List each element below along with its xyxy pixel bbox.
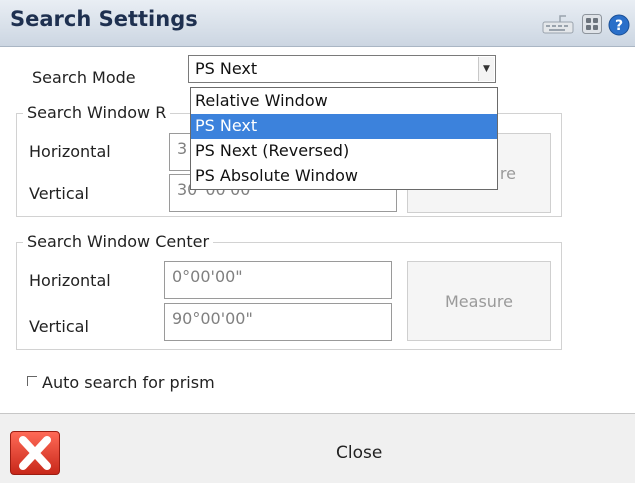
center-vertical-value: 90°00'00"	[172, 309, 253, 328]
center-vertical-field[interactable]: 90°00'00"	[164, 303, 392, 341]
footer-bar: Close	[0, 413, 635, 483]
svg-text:?: ?	[615, 18, 623, 34]
center-horizontal-field[interactable]: 0°00'00"	[164, 261, 392, 299]
dropdown-option-ps-next[interactable]: PS Next	[191, 114, 497, 139]
dropdown-option-label: PS Absolute Window	[195, 166, 358, 185]
search-window-range-title: Search Window R	[23, 103, 171, 122]
center-measure-button[interactable]: Measure	[407, 261, 551, 341]
range-horizontal-value: 3	[177, 139, 188, 158]
dropdown-option-ps-absolute-window[interactable]: PS Absolute Window	[191, 164, 497, 189]
search-window-center-group: Search Window Center Horizontal 0°00'00"…	[16, 232, 562, 350]
dropdown-option-ps-next-reversed[interactable]: PS Next (Reversed)	[191, 139, 497, 164]
close-button[interactable]	[10, 431, 60, 475]
dropdown-option-label: Relative Window	[195, 91, 328, 110]
dropdown-option-label: PS Next	[195, 116, 258, 135]
auto-search-checkbox[interactable]	[27, 376, 37, 386]
close-label[interactable]: Close	[336, 443, 382, 463]
center-horizontal-label: Horizontal	[29, 271, 111, 290]
range-vertical-label: Vertical	[29, 184, 89, 203]
dropdown-option-relative-window[interactable]: Relative Window	[191, 89, 497, 114]
close-icon	[19, 436, 51, 470]
keyboard-icon[interactable]	[542, 14, 574, 38]
range-horizontal-label: Horizontal	[29, 142, 111, 161]
search-mode-select[interactable]: PS Next ▼	[188, 55, 496, 83]
title-bar: Search Settings ?	[0, 0, 635, 47]
center-measure-label: Measure	[445, 292, 513, 311]
dropdown-option-label: PS Next (Reversed)	[195, 141, 350, 160]
apps-icon[interactable]	[582, 14, 602, 38]
search-mode-dropdown: Relative Window PS Next PS Next (Reverse…	[190, 87, 498, 190]
range-measure-label: re	[499, 164, 516, 183]
chevron-down-icon[interactable]: ▼	[478, 57, 494, 81]
search-mode-value: PS Next	[195, 59, 258, 78]
search-mode-label: Search Mode	[32, 68, 136, 87]
center-vertical-label: Vertical	[29, 317, 89, 336]
page-title: Search Settings	[10, 7, 198, 31]
center-horizontal-value: 0°00'00"	[172, 267, 243, 286]
auto-search-label: Auto search for prism	[42, 373, 215, 392]
search-window-center-title: Search Window Center	[23, 232, 214, 251]
help-icon[interactable]: ?	[608, 14, 630, 40]
